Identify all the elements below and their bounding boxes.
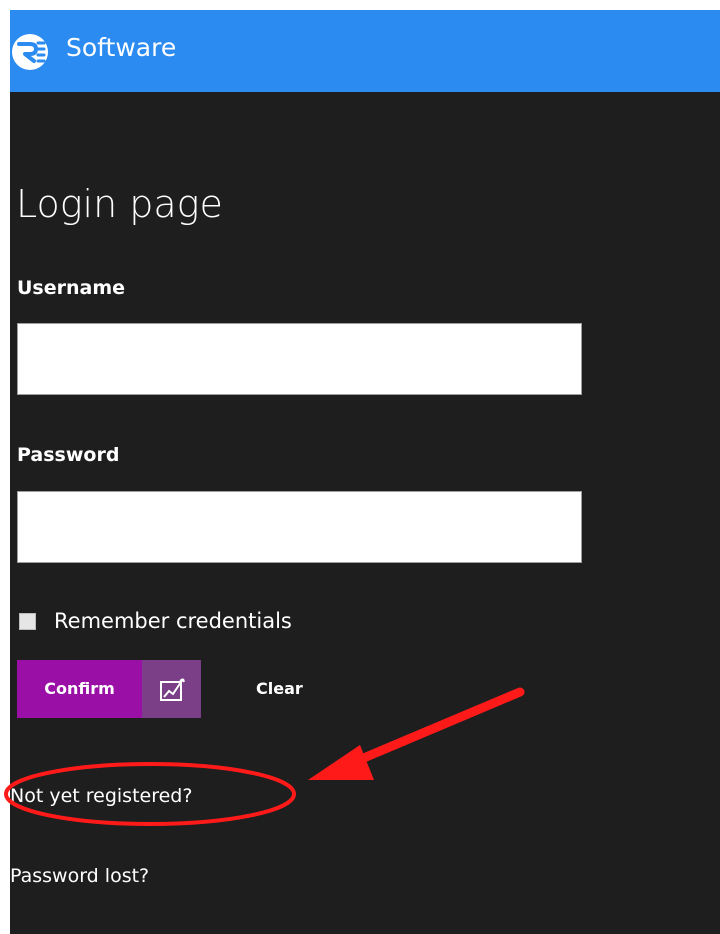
confirm-button-label: Confirm — [17, 660, 142, 718]
app-window: Software Login page Username Password Re… — [10, 10, 720, 934]
password-label: Password — [17, 444, 120, 466]
logo-badge-icon — [12, 34, 48, 70]
remember-credentials-checkbox[interactable] — [19, 612, 36, 630]
username-label: Username — [17, 277, 126, 299]
page-title: Login page — [16, 182, 223, 226]
clear-button[interactable]: Clear — [256, 677, 303, 701]
password-lost-link[interactable]: Password lost? — [10, 863, 149, 889]
confirm-button[interactable]: Confirm — [17, 660, 201, 718]
remember-credentials-row[interactable]: Remember credentials — [19, 606, 292, 636]
app-header: Software — [10, 10, 720, 92]
username-input[interactable] — [17, 323, 582, 395]
confirm-chart-icon — [142, 660, 201, 718]
register-link[interactable]: Not yet registered? — [10, 783, 192, 809]
remember-credentials-label: Remember credentials — [54, 609, 292, 633]
app-title: Software — [66, 33, 177, 62]
password-input[interactable] — [17, 491, 582, 563]
